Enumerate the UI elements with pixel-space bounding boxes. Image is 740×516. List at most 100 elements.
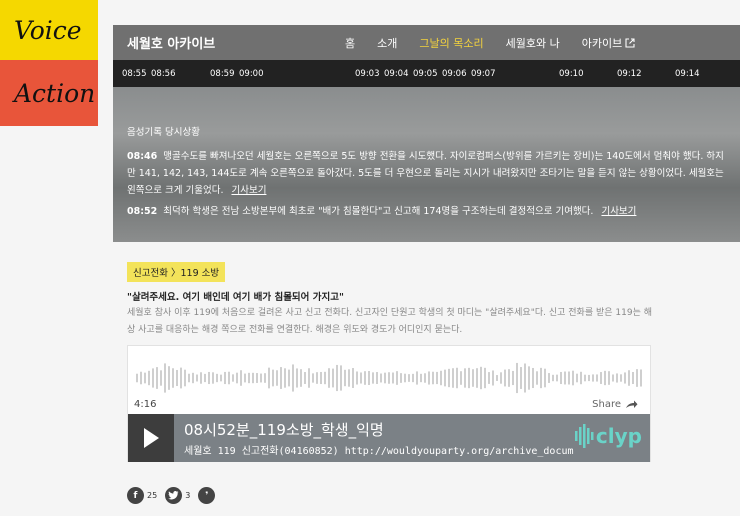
- waveform-bar: [304, 372, 306, 384]
- waveform-bar: [596, 374, 598, 382]
- waveform-bar: [460, 371, 462, 385]
- timeline-tick[interactable]: 09:12: [617, 69, 642, 79]
- twitter-icon[interactable]: [165, 487, 183, 504]
- waveform-bar: [264, 373, 266, 383]
- waveform-bar: [236, 372, 238, 384]
- waveform-bar: [456, 367, 458, 389]
- nav-archive[interactable]: 아카이브: [582, 35, 635, 51]
- waveform-bar: [220, 374, 222, 382]
- waveform-bar: [144, 372, 146, 384]
- play-icon: [144, 428, 159, 448]
- waveform-bar: [544, 368, 546, 388]
- timeline-tick[interactable]: 09:06: [442, 69, 467, 79]
- waveform-bar: [604, 370, 606, 386]
- side-tab-action-label: Action: [14, 78, 96, 108]
- waveform-bar: [632, 372, 634, 384]
- twitter-bird-icon: [168, 491, 179, 500]
- nav-me[interactable]: 세월호와 나: [506, 35, 560, 51]
- waveform-bar: [148, 370, 150, 386]
- article-link[interactable]: 기사보기: [231, 185, 266, 196]
- waveform-bar: [348, 369, 350, 387]
- nav-about[interactable]: 소개: [377, 35, 397, 51]
- waveform-bar: [572, 370, 574, 386]
- hero-banner: 음성기록 당시상황 08:46 맹골수도를 빠져나오던 세월호는 오른쪽으로 5도…: [113, 87, 740, 242]
- waveform-bar: [140, 371, 142, 385]
- waveform-bar: [528, 366, 530, 390]
- waveform-bar: [472, 369, 474, 387]
- hero-item-time: 08:52: [127, 206, 158, 217]
- waveform-bar: [400, 373, 402, 383]
- waveform-bar: [216, 373, 218, 383]
- waveform-bar: [432, 371, 434, 385]
- waveform-bar: [520, 367, 522, 389]
- waveform-bar: [360, 372, 362, 384]
- timeline-tick[interactable]: 08:56: [151, 69, 176, 79]
- waveform-bar: [492, 370, 494, 386]
- share-button[interactable]: Share: [592, 399, 638, 410]
- waveform-bar: [168, 366, 170, 390]
- page: Voice Action 세월호 아카이브 홈 소개 그날의 목소리 세월호와 …: [0, 0, 740, 516]
- waveform-bar: [188, 373, 190, 383]
- timeline-tick[interactable]: 09:14: [675, 69, 700, 79]
- main-content: 신고전화 〉119 소방 "살려주세요. 여기 배인데 여기 배가 침몰되어 가…: [113, 242, 740, 516]
- waveform-bar: [408, 374, 410, 382]
- waveform-bar: [556, 374, 558, 382]
- waveform-bar: [392, 372, 394, 384]
- waveform-bar: [540, 367, 542, 389]
- waveform-bar: [436, 371, 438, 385]
- waveform-bar: [624, 372, 626, 384]
- article-link[interactable]: 기사보기: [601, 206, 636, 217]
- waveform-bar: [184, 369, 186, 387]
- waveform-bar: [388, 372, 390, 384]
- waveform-bar: [260, 373, 262, 383]
- waveform[interactable]: [136, 356, 644, 406]
- waveform-bar: [424, 373, 426, 383]
- waveform-bar: [256, 373, 258, 383]
- waveform-bar: [328, 368, 330, 388]
- waveform-bar: [524, 363, 526, 393]
- waveform-bar: [344, 369, 346, 387]
- nav-voices[interactable]: 그날의 목소리: [419, 35, 483, 51]
- waveform-bar: [500, 372, 502, 384]
- play-button[interactable]: [128, 414, 174, 462]
- waveform-bar: [496, 375, 498, 381]
- timeline-tick[interactable]: 09:04: [384, 69, 409, 79]
- timeline-tick[interactable]: 09:03: [355, 69, 380, 79]
- waveform-bar: [560, 371, 562, 385]
- waveform-bar: [412, 373, 414, 383]
- waveform-bar: [592, 374, 594, 382]
- facebook-count: 25: [147, 491, 158, 500]
- clyp-logo[interactable]: clyp: [574, 424, 642, 448]
- facebook-icon[interactable]: f: [127, 487, 144, 504]
- waveform-bar: [336, 364, 338, 392]
- waveform-bar: [516, 362, 518, 394]
- waveform-bar: [204, 373, 206, 383]
- waveform-bar: [428, 371, 430, 385]
- kakaostory-icon[interactable]: ❜: [198, 487, 216, 504]
- nav-home[interactable]: 홈: [345, 35, 355, 51]
- waveform-bar: [160, 370, 162, 386]
- timeline-tick[interactable]: 08:55: [122, 69, 147, 79]
- hero-item-text: 맹골수도를 빠져나오던 세월호는 오른쪽으로 5도 방향 전환을 시도했다. 자…: [127, 151, 724, 196]
- waveform-bar: [180, 367, 182, 389]
- site-brand[interactable]: 세월호 아카이브: [127, 33, 215, 52]
- timeline-tick[interactable]: 09:00: [239, 69, 264, 79]
- waveform-bar: [612, 374, 614, 382]
- waveform-bar: [488, 372, 490, 384]
- waveform-bar: [476, 368, 478, 388]
- side-tab-action[interactable]: Action: [0, 60, 98, 126]
- timeline-tick[interactable]: 09:07: [471, 69, 496, 79]
- category-tag: 신고전화 〉119 소방: [127, 262, 226, 282]
- timeline-tick[interactable]: 09:10: [559, 69, 584, 79]
- waveform-bar: [288, 369, 290, 387]
- waveform-bar: [508, 369, 510, 387]
- waveform-bar: [628, 370, 630, 386]
- waveform-bar: [200, 372, 202, 384]
- nav-archive-label: 아카이브: [581, 36, 623, 50]
- side-tab-voice[interactable]: Voice: [0, 0, 98, 60]
- waveform-bar: [536, 371, 538, 385]
- waveform-bar: [280, 367, 282, 389]
- timeline-tick[interactable]: 09:05: [413, 69, 438, 79]
- waveform-bar: [600, 372, 602, 384]
- timeline-tick[interactable]: 08:59: [210, 69, 235, 79]
